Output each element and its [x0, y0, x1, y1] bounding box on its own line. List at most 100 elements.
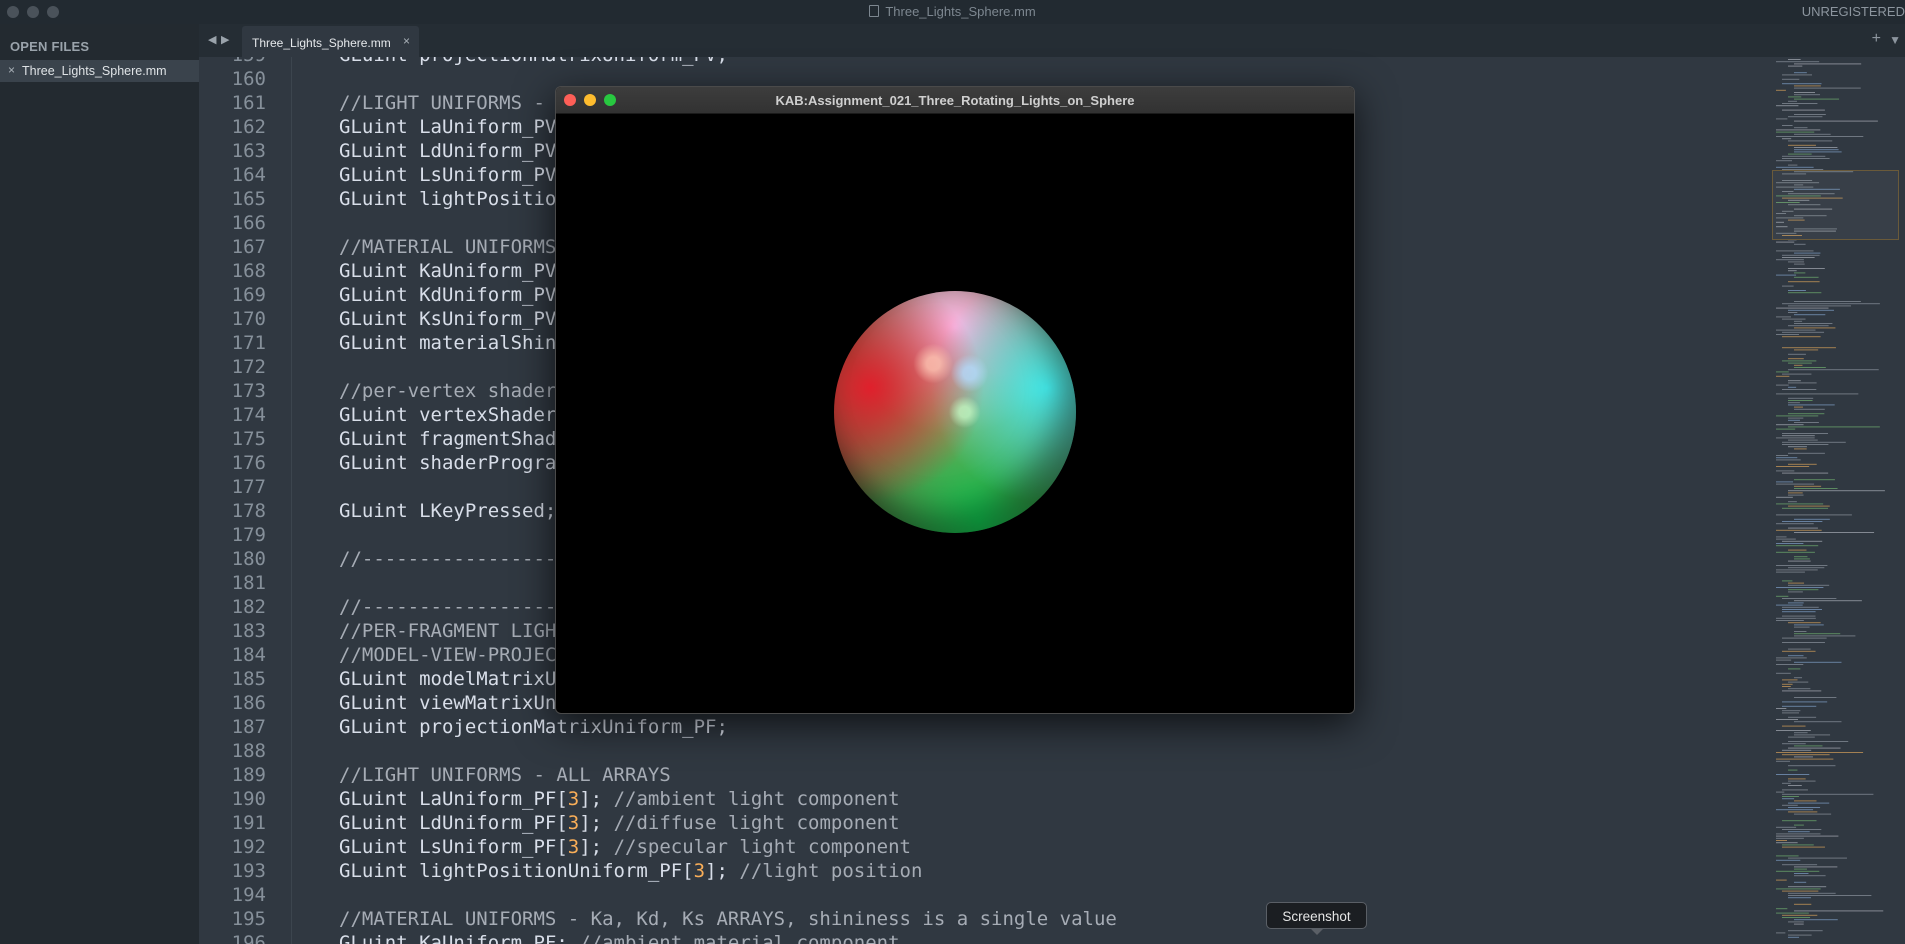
code-comment: //specular light component: [613, 836, 911, 858]
code-text: GLuint LKeyPressed;: [339, 499, 556, 523]
code-line[interactable]: 195 //MATERIAL UNIFORMS - Ka, Kd, Ks ARRA…: [199, 907, 1772, 931]
tab-menu-icon[interactable]: ▼: [1889, 33, 1901, 47]
code-line[interactable]: 188: [199, 739, 1772, 763]
line-number: 193: [231, 860, 266, 882]
code-text: GLuint projectionMatrixUniform_PV;: [339, 57, 728, 67]
line-number: 189: [231, 764, 266, 786]
code-text: GLuint KdUniform_PV;: [339, 283, 568, 307]
opengl-window-title: KAB:Assignment_021_Three_Rotating_Lights…: [775, 93, 1135, 108]
line-number: 177: [231, 476, 266, 498]
code-line[interactable]: 194: [199, 883, 1772, 907]
line-number: 169: [231, 284, 266, 306]
code-line[interactable]: 191 GLuint LdUniform_PF[3]; //diffuse lig…: [199, 811, 1772, 835]
line-number: 172: [231, 356, 266, 378]
new-tab-icon[interactable]: +: [1872, 30, 1881, 48]
code-comment: //ambient light component: [613, 788, 900, 810]
code-token: GLuint LsUniform_PV[: [339, 164, 568, 186]
sidebar-file-name: Three_Lights_Sphere.mm: [22, 64, 167, 78]
code-text: GLuint KsUniform_PV;: [339, 307, 568, 331]
line-number: 171: [231, 332, 266, 354]
code-text: GLuint projectionMatrixUniform_PF;: [339, 715, 728, 739]
code-line[interactable]: 196 GLuint KaUniform_PF; //ambient materi…: [199, 931, 1772, 944]
line-number: 191: [231, 812, 266, 834]
line-number: 166: [231, 212, 266, 234]
code-line[interactable]: 190 GLuint LaUniform_PF[3]; //ambient lig…: [199, 787, 1772, 811]
document-icon: [869, 5, 880, 17]
open-files-header: OPEN FILES: [10, 39, 90, 54]
line-number: 188: [231, 740, 266, 762]
line-number: 183: [231, 620, 266, 642]
line-number: 182: [231, 596, 266, 618]
code-text: //MATERIAL UNIFORMS - Ka, Kd, Ks ARRAYS,…: [339, 907, 1117, 931]
code-token: GLuint LdUniform_PV[: [339, 140, 568, 162]
code-text: GLuint LdUniform_PF[3]; //diffuse light …: [339, 811, 900, 835]
code-line[interactable]: 187 GLuint projectionMatrixUniform_PF;: [199, 715, 1772, 739]
code-comment: //MATERIAL UNIFORMS: [339, 236, 557, 258]
line-number: 178: [231, 500, 266, 522]
line-number: 187: [231, 716, 266, 738]
forward-arrow-icon[interactable]: ▶: [221, 33, 229, 46]
line-number: 173: [231, 380, 266, 402]
code-token: GLuint LKeyPressed;: [339, 500, 557, 522]
code-token: GLuint KaUniform_PV;: [339, 260, 568, 282]
code-token: ];: [705, 860, 740, 882]
tab-label: Three_Lights_Sphere.mm: [252, 36, 391, 50]
code-token: GLuint LaUniform_PV[: [339, 116, 568, 138]
tooltip-arrow: [1310, 928, 1324, 935]
line-number: 174: [231, 404, 266, 426]
code-line[interactable]: 192 GLuint LsUniform_PF[3]; //specular li…: [199, 835, 1772, 859]
window-title: Three_Lights_Sphere.mm: [0, 4, 1905, 19]
code-token: ];: [579, 836, 614, 858]
code-comment: //ambient material component: [579, 932, 900, 944]
code-text: GLuint LsUniform_PF[3]; //specular light…: [339, 835, 911, 859]
sidebar-file-item[interactable]: × Three_Lights_Sphere.mm: [0, 60, 199, 82]
tab-bar: ◀ ▶: [199, 24, 1905, 57]
line-number: 176: [231, 452, 266, 474]
line-number: 162: [231, 116, 266, 138]
sidebar: OPEN FILES × Three_Lights_Sphere.mm: [0, 24, 199, 944]
line-number: 161: [231, 92, 266, 114]
code-line[interactable]: 193 GLuint lightPositionUniform_PF[3]; //…: [199, 859, 1772, 883]
code-comment: //LIGHT UNIFORMS - ALL ARRAYS: [339, 764, 671, 786]
code-token: GLuint projectionMatrixUniform_PV;: [339, 57, 728, 66]
tab-three-lights-sphere[interactable]: Three_Lights_Sphere.mm ×: [242, 26, 419, 57]
screenshot-tooltip: Screenshot: [1266, 902, 1367, 929]
code-number: 3: [567, 836, 580, 858]
opengl-window[interactable]: KAB:Assignment_021_Three_Rotating_Lights…: [555, 86, 1355, 714]
code-token: GLuint KsUniform_PV;: [339, 308, 568, 330]
line-number: 164: [231, 164, 266, 186]
line-number: 194: [231, 884, 266, 906]
line-number: 160: [231, 68, 266, 90]
line-number: 159: [199, 57, 266, 67]
line-number: 163: [231, 140, 266, 162]
tab-close-icon[interactable]: ×: [403, 34, 410, 48]
window-title-text: Three_Lights_Sphere.mm: [885, 4, 1036, 19]
line-number: 170: [231, 308, 266, 330]
code-text: //MATERIAL UNIFORMS: [339, 235, 556, 259]
line-number: 184: [231, 644, 266, 666]
code-number: 3: [567, 788, 580, 810]
back-arrow-icon[interactable]: ◀: [208, 33, 216, 46]
code-number: 3: [567, 812, 580, 834]
code-comment: //light position: [739, 860, 923, 882]
code-line[interactable]: 159 GLuint projectionMatrixUniform_PV;: [199, 57, 1772, 67]
code-token: GLuint LsUniform_PF[: [339, 836, 568, 858]
line-number: 185: [231, 668, 266, 690]
code-token: GLuint projectionMatrixUniform_PF;: [339, 716, 728, 738]
line-number: 168: [231, 260, 266, 282]
line-number: 196: [231, 932, 266, 944]
line-number: 179: [231, 524, 266, 546]
code-text: GLuint lightPositionUniform_PF[3]; //lig…: [339, 859, 922, 883]
code-token: GLuint lightPositionUniform_PF[: [339, 860, 694, 882]
code-line[interactable]: 189 //LIGHT UNIFORMS - ALL ARRAYS: [199, 763, 1772, 787]
line-number: 195: [231, 908, 266, 930]
close-file-icon[interactable]: ×: [8, 63, 15, 77]
license-status: UNREGISTERED: [1801, 4, 1905, 19]
opengl-window-titlebar[interactable]: KAB:Assignment_021_Three_Rotating_Lights…: [556, 87, 1354, 114]
code-text: //per-vertex shader: [339, 379, 556, 403]
minimap-viewport-indicator[interactable]: [1772, 170, 1899, 240]
line-number: 175: [231, 428, 266, 450]
code-token: ];: [579, 788, 614, 810]
code-text: GLuint LaUniform_PF[3]; //ambient light …: [339, 787, 900, 811]
code-token: GLuint LdUniform_PF[: [339, 812, 568, 834]
